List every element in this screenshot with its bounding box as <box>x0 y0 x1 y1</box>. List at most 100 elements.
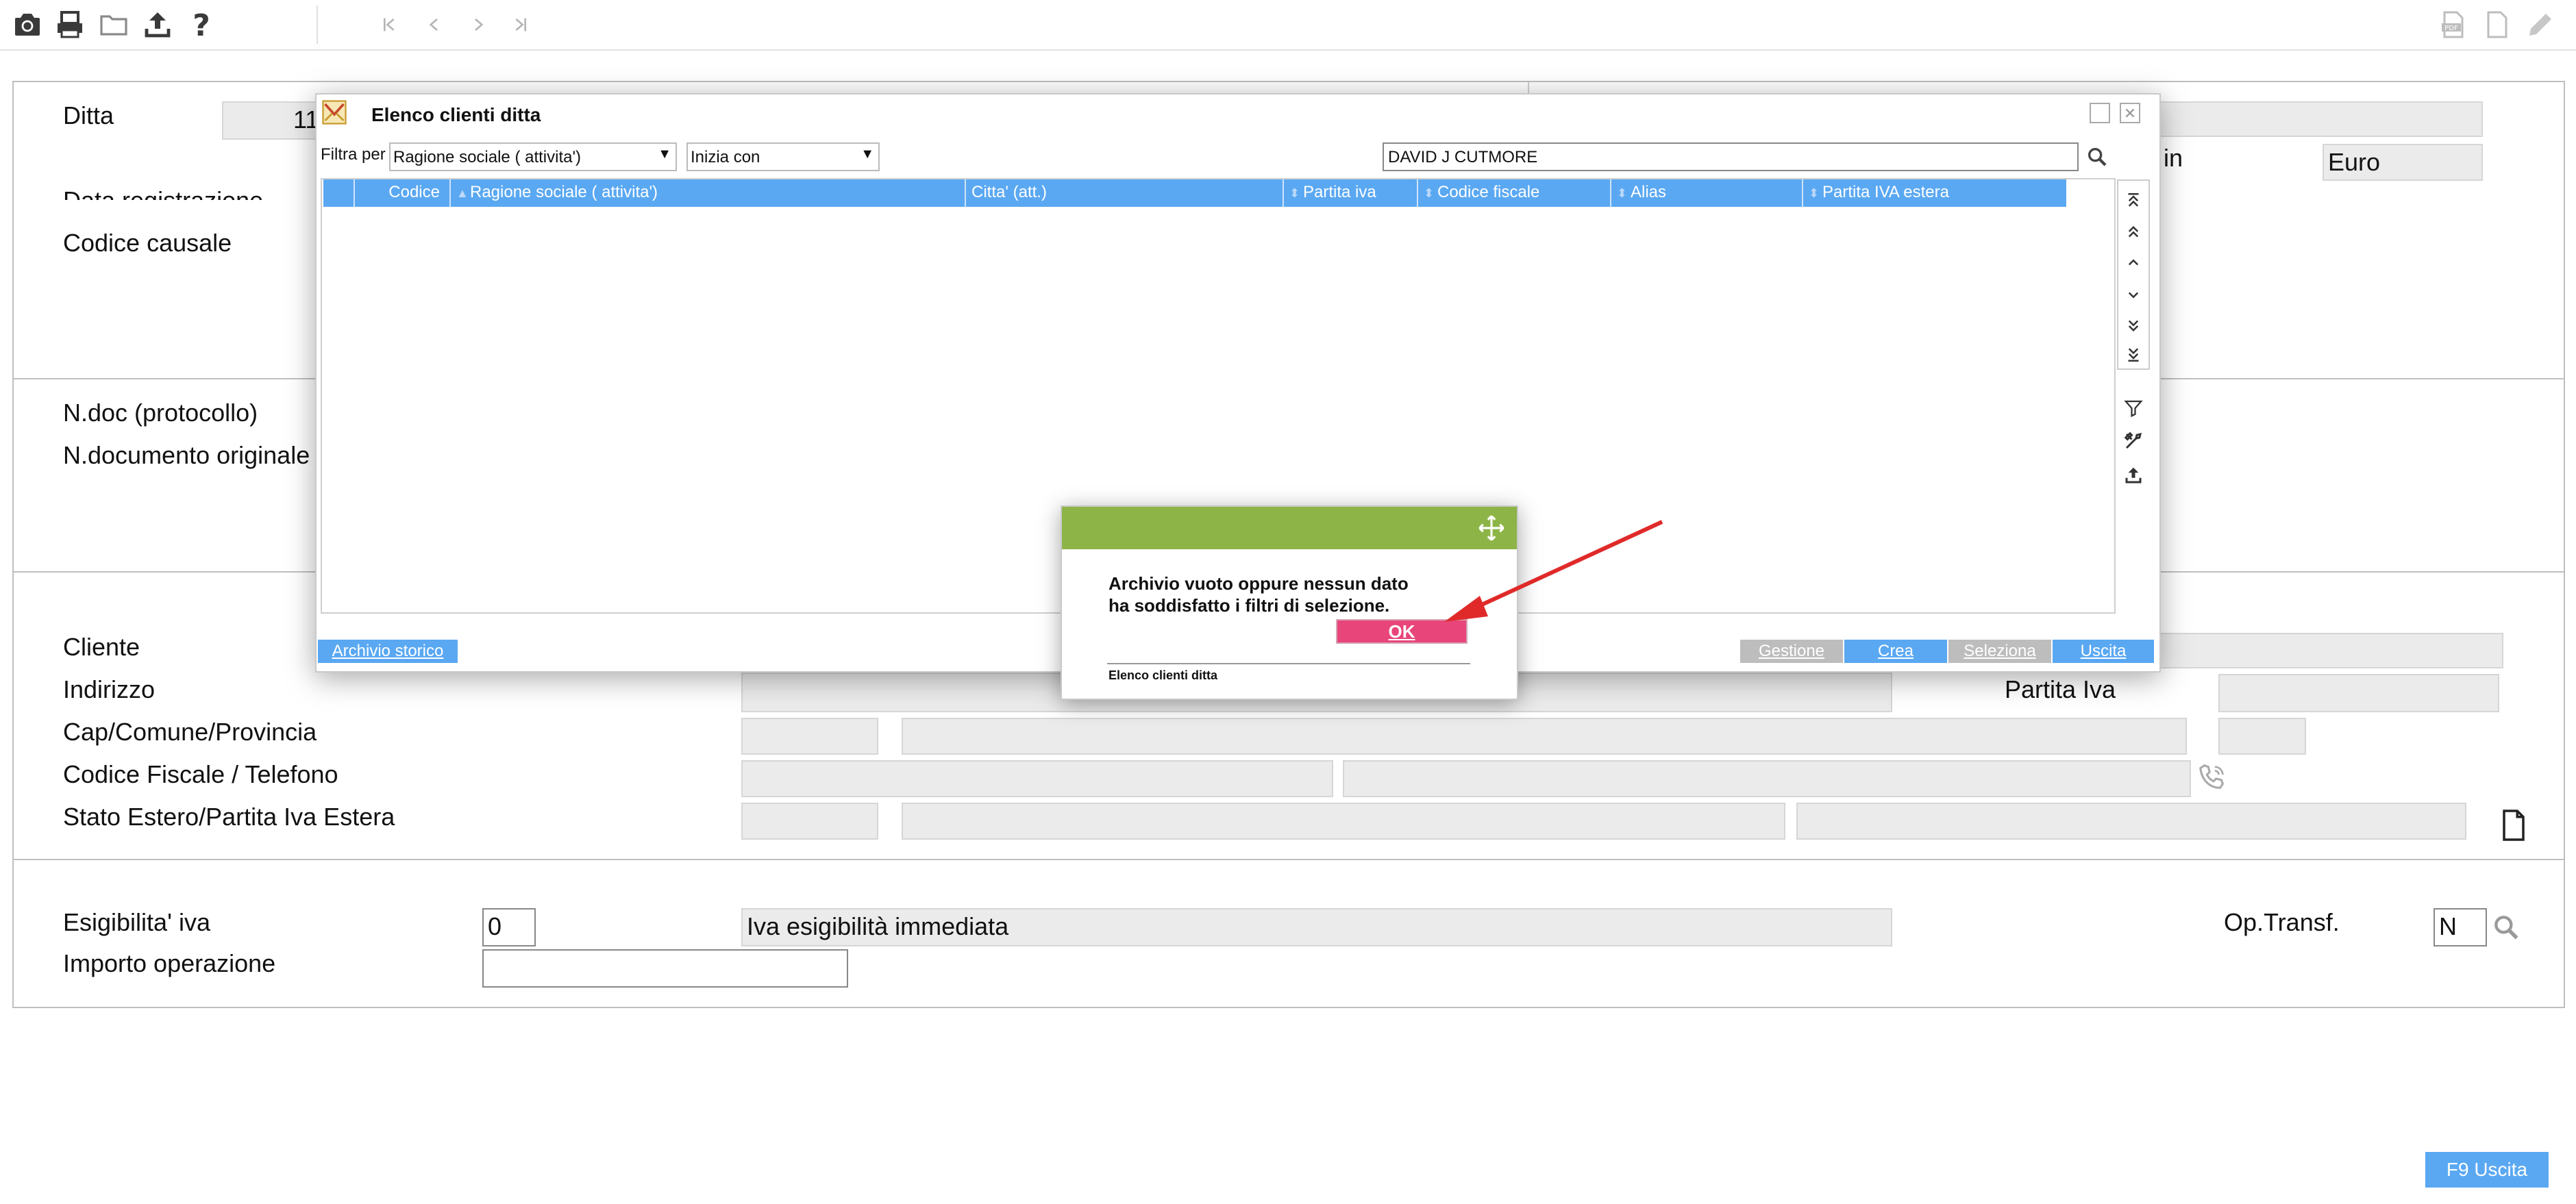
alert-header[interactable] <box>1062 507 1517 549</box>
telefono-field[interactable] <box>1343 760 2191 797</box>
esigibilita-desc-field: Iva esigibilità immediata <box>741 908 1892 946</box>
stato-estero-desc-field[interactable] <box>902 803 1785 840</box>
f9-uscita-button[interactable]: F9 Uscita <box>2425 1152 2549 1188</box>
alert-message-line1: Archivio vuoto oppure nessun dato <box>1109 573 1409 594</box>
move-icon[interactable] <box>1477 514 1506 542</box>
uscita-button[interactable]: Uscita <box>2053 640 2154 663</box>
column-partita-iva-estera-label: Partita IVA estera <box>1822 183 1949 201</box>
next-page-icon[interactable] <box>465 11 492 38</box>
gestione-button[interactable]: Gestione <box>1740 640 1843 663</box>
column-codice-fiscale[interactable]: ⬍ Codice fiscale <box>1417 179 1610 207</box>
comune-field[interactable] <box>902 718 2187 755</box>
partita-iva-field[interactable] <box>2218 674 2499 712</box>
scroll-page-down-icon[interactable] <box>2120 312 2147 340</box>
alert-message: Archivio vuoto oppure nessun dato ha sod… <box>1109 573 1409 616</box>
sort-icon: ⬍ <box>1289 186 1300 200</box>
seleziona-button[interactable]: Seleziona <box>1948 640 2051 663</box>
folder-icon[interactable] <box>96 7 132 42</box>
alert-divider <box>1107 663 1470 664</box>
importo-label: Importo operazione <box>63 949 276 977</box>
column-alias[interactable]: ⬍ Alias <box>1610 179 1802 207</box>
cap-field[interactable] <box>741 718 878 755</box>
scroll-top-icon[interactable] <box>2120 186 2147 214</box>
help-icon[interactable]: ? <box>184 7 219 42</box>
sort-icon: ⬍ <box>1809 186 1820 200</box>
search-input-value: DAVID J CUTMORE <box>1388 148 1538 166</box>
scroll-page-up-icon[interactable] <box>2120 218 2147 245</box>
grid-header: Codice ▲Ragione sociale ( attivita') Cit… <box>323 179 2066 207</box>
esigibilita-desc: Iva esigibilità immediata <box>747 912 1009 940</box>
crea-button[interactable]: Crea <box>1844 640 1947 663</box>
importo-field[interactable] <box>482 949 848 988</box>
toolbar-separator <box>317 5 318 44</box>
last-page-icon[interactable] <box>507 11 534 38</box>
esigibilita-label: Esigibilita' iva <box>63 908 210 936</box>
sort-icon: ⬍ <box>1617 186 1628 200</box>
ndoc-originale-label: N.documento originale <box>63 441 310 469</box>
phone-icon[interactable] <box>2196 762 2228 793</box>
close-icon[interactable] <box>2120 103 2140 123</box>
column-ragione-sociale-label: Ragione sociale ( attivita') <box>470 183 658 201</box>
main-toolbar: ? PDF <box>0 0 2576 51</box>
filter-label: Filtra per <box>321 145 386 164</box>
filter-icon[interactable] <box>2120 394 2147 422</box>
column-partita-iva-estera[interactable]: ⬍ Partita IVA estera <box>1802 179 2066 207</box>
esigibilita-code-field[interactable]: 0 <box>482 908 536 946</box>
filter-field-value: Ragione sociale ( attivita') <box>393 148 582 166</box>
app-logo-icon <box>322 100 347 125</box>
partita-iva-estera-field[interactable] <box>1796 803 2466 840</box>
upload-icon[interactable] <box>140 7 175 42</box>
valuta-label: in <box>2164 144 2183 172</box>
scroll-up-icon[interactable] <box>2120 249 2147 277</box>
filter-mode-select[interactable]: Inizia con ▼ <box>686 142 880 171</box>
stato-estero-field[interactable] <box>741 803 878 840</box>
search-icon[interactable] <box>2491 912 2521 942</box>
column-ragione-sociale[interactable]: ▲Ragione sociale ( attivita') <box>449 179 965 207</box>
document-icon[interactable] <box>2499 808 2528 842</box>
printer-icon[interactable] <box>52 7 88 42</box>
provincia-field[interactable] <box>2218 718 2306 755</box>
column-codice-fiscale-label: Codice fiscale <box>1437 183 1540 201</box>
svg-text:PDF: PDF <box>2444 25 2458 32</box>
edit-icon[interactable] <box>2523 7 2558 42</box>
cap-label: Cap/Comune/Provincia <box>63 718 317 746</box>
chevron-down-icon: ▼ <box>658 147 671 162</box>
alert-footer: Elenco clienti ditta <box>1109 668 1218 682</box>
grid-header-selector <box>323 179 354 207</box>
ndoc-label: N.doc (protocollo) <box>63 399 258 427</box>
column-codice[interactable]: Codice <box>354 179 449 207</box>
alert-dialog: Archivio vuoto oppure nessun dato ha sod… <box>1061 505 1518 700</box>
op-transf-field[interactable]: N <box>2433 908 2487 946</box>
column-partita-iva-label: Partita iva <box>1303 183 1376 201</box>
dialog-title: Elenco clienti ditta <box>371 104 541 125</box>
ok-button[interactable]: OK <box>1336 619 1467 644</box>
ditta-desc-field[interactable] <box>2158 101 2483 137</box>
first-page-icon[interactable] <box>375 11 403 38</box>
prev-page-icon[interactable] <box>421 11 448 38</box>
export-icon[interactable] <box>2120 462 2147 489</box>
scroll-down-icon[interactable] <box>2120 281 2147 308</box>
chevron-down-icon: ▼ <box>860 147 874 162</box>
camera-icon[interactable] <box>10 7 45 42</box>
filter-mode-value: Inizia con <box>691 148 760 166</box>
svg-text:?: ? <box>193 8 210 41</box>
pdf-icon[interactable]: PDF <box>2435 7 2470 42</box>
column-citta[interactable]: Citta' (att.) <box>965 179 1283 207</box>
codice-fiscale-field[interactable] <box>741 760 1333 797</box>
valuta-field[interactable]: Euro <box>2323 144 2483 181</box>
column-partita-iva[interactable]: ⬍ Partita iva <box>1283 179 1417 207</box>
partita-iva-label: Partita Iva <box>2005 675 2116 703</box>
search-icon[interactable] <box>2085 145 2109 168</box>
column-alias-label: Alias <box>1631 183 1667 201</box>
archivio-storico-button[interactable]: Archivio storico <box>318 640 458 663</box>
filter-field-select[interactable]: Ragione sociale ( attivita') ▼ <box>389 142 677 171</box>
scroll-bottom-icon[interactable] <box>2120 341 2147 368</box>
cf-label: Codice Fiscale / Telefono <box>63 760 338 788</box>
tools-icon[interactable] <box>2120 427 2147 455</box>
op-transf-value: N <box>2439 912 2457 940</box>
document-icon[interactable] <box>2479 7 2514 42</box>
search-input[interactable]: DAVID J CUTMORE <box>1383 142 2079 171</box>
valuta-value: Euro <box>2328 148 2381 176</box>
sort-icon: ▲ <box>456 186 469 200</box>
maximize-icon[interactable] <box>2090 103 2110 123</box>
